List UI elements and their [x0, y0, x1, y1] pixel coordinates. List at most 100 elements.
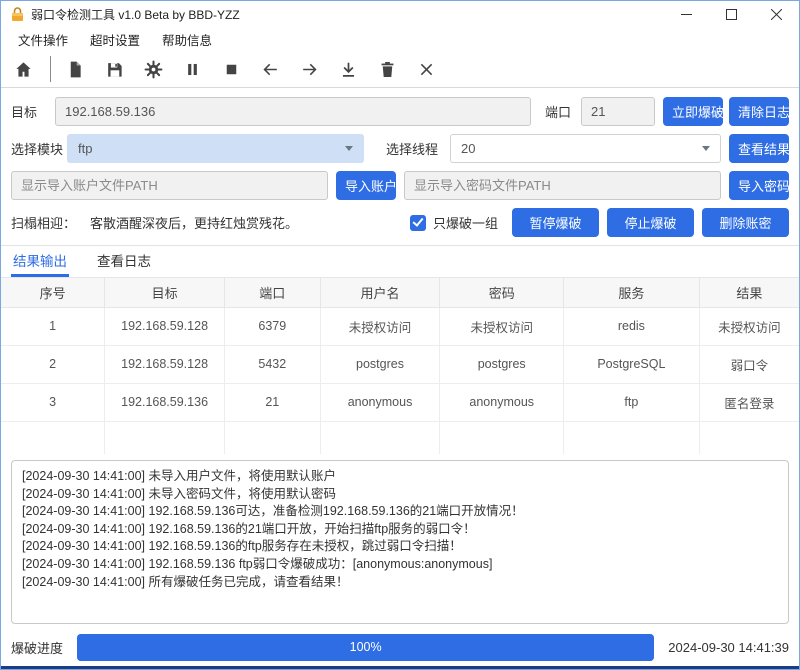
table-cell: 2	[1, 345, 105, 383]
chevron-down-icon	[702, 146, 710, 151]
table-cell: 21	[224, 383, 320, 421]
maximize-icon[interactable]	[709, 1, 754, 27]
log-line: [2024-09-30 14:41:00] 192.168.59.136的ftp…	[22, 538, 778, 556]
account-path-input[interactable]	[11, 171, 328, 200]
table-cell-empty	[320, 421, 440, 454]
target-input[interactable]	[55, 97, 531, 126]
table-row[interactable]: 2192.168.59.1285432postgrespostgresPostg…	[1, 345, 799, 383]
close-icon[interactable]	[754, 1, 799, 27]
thread-label: 选择线程	[386, 139, 438, 158]
log-line: [2024-09-30 14:41:00] 未导入密码文件，将使用默认密码	[22, 486, 778, 504]
arrow-left-icon[interactable]	[258, 57, 282, 81]
table-cell-empty	[1, 421, 105, 454]
title-bar: 弱口令检测工具 v1.0 Beta by BBD-YZZ	[1, 1, 799, 27]
port-label: 端口	[545, 102, 571, 121]
table-cell-empty	[564, 421, 700, 454]
app-window: 弱口令检测工具 v1.0 Beta by BBD-YZZ 文件操作超时设置帮助信…	[0, 0, 800, 670]
window-controls	[664, 1, 799, 27]
module-label: 选择模块	[11, 139, 67, 158]
column-header: 服务	[564, 278, 700, 307]
import-account-button[interactable]: 导入账户	[336, 171, 396, 200]
log-line: [2024-09-30 14:41:00] 未导入用户文件，将使用默认账户	[22, 468, 778, 486]
tab-view-log[interactable]: 查看日志	[95, 246, 153, 277]
table-cell: 5432	[224, 345, 320, 383]
toolbar	[1, 51, 799, 88]
menu-bar: 文件操作超时设置帮助信息	[1, 27, 799, 51]
menu-file-operations[interactable]: 文件操作	[7, 27, 79, 52]
tab-result-output[interactable]: 结果输出	[11, 246, 69, 277]
download-icon[interactable]	[336, 57, 360, 81]
control-row: 扫榻相迎： 客散酒醒深夜后，更持红烛赏残花。 只爆破一组 暂停爆破 停止爆破 删…	[11, 208, 789, 237]
arrow-right-icon[interactable]	[297, 57, 321, 81]
target-row: 目标 端口 立即爆破 清除日志	[11, 97, 789, 126]
status-bar: 爆破进度 100% 2024-09-30 14:41:39	[1, 630, 799, 666]
log-line: [2024-09-30 14:41:00] 所有爆破任务已完成，请查看结果！	[22, 574, 778, 592]
table-cell-empty	[224, 421, 320, 454]
table-cell-empty	[105, 421, 225, 454]
toolbar-separator	[50, 56, 51, 82]
motto-text: 客散酒醒深夜后，更持红烛赏残花。	[90, 213, 298, 232]
table-row[interactable]: 3192.168.59.13621anonymousanonymousftp匿名…	[1, 383, 799, 421]
clear-log-button[interactable]: 清除日志	[729, 97, 789, 126]
table-cell: 未授权访问	[440, 307, 564, 345]
table-cell: 弱口令	[699, 345, 799, 383]
pause-crack-button[interactable]: 暂停爆破	[512, 208, 599, 237]
form-area: 目标 端口 立即爆破 清除日志 选择模块 ftp 选择线程 20 查看结果 导入…	[1, 88, 799, 245]
window-bottom-edge	[1, 666, 799, 669]
import-row: 导入账户 导入密码	[11, 171, 789, 200]
password-path-input[interactable]	[404, 171, 721, 200]
single-group-label: 只爆破一组	[433, 213, 498, 232]
progress-bar: 100%	[77, 634, 654, 661]
table-cell: 3	[1, 383, 105, 421]
table-cell: 6379	[224, 307, 320, 345]
menu-timeout-settings[interactable]: 超时设置	[79, 27, 151, 52]
file-icon[interactable]	[63, 57, 87, 81]
save-icon[interactable]	[102, 57, 126, 81]
table-cell: 1	[1, 307, 105, 345]
table-cell: redis	[564, 307, 700, 345]
single-group-checkbox[interactable]	[410, 215, 426, 231]
table-cell: PostgreSQL	[564, 345, 700, 383]
results-table: 序号目标端口用户名密码服务结果 1192.168.59.1286379未授权访问…	[1, 277, 799, 454]
log-line: [2024-09-30 14:41:00] 192.168.59.136 ftp…	[22, 556, 778, 574]
log-output[interactable]: [2024-09-30 14:41:00] 未导入用户文件，将使用默认账户[20…	[11, 460, 789, 624]
table-cell: 未授权访问	[699, 307, 799, 345]
log-line: [2024-09-30 14:41:00] 192.168.59.136的21端…	[22, 521, 778, 539]
window-title: 弱口令检测工具 v1.0 Beta by BBD-YZZ	[31, 6, 664, 23]
crack-now-button[interactable]: 立即爆破	[663, 97, 723, 126]
table-row[interactable]: 1192.168.59.1286379未授权访问未授权访问redis未授权访问	[1, 307, 799, 345]
view-results-button[interactable]: 查看结果	[729, 134, 789, 163]
column-header: 密码	[440, 278, 564, 307]
port-input[interactable]	[581, 97, 655, 126]
delete-credentials-button[interactable]: 删除账密	[702, 208, 789, 237]
pause-icon[interactable]	[180, 57, 204, 81]
column-header: 目标	[105, 278, 225, 307]
trash-icon[interactable]	[375, 57, 399, 81]
progress-value: 100%	[77, 634, 654, 661]
home-icon[interactable]	[11, 57, 35, 81]
module-row: 选择模块 ftp 选择线程 20 查看结果	[11, 134, 789, 163]
stop-crack-button[interactable]: 停止爆破	[607, 208, 694, 237]
table-cell-empty	[440, 421, 564, 454]
result-tabs: 结果输出 查看日志	[1, 246, 799, 277]
progress-label: 爆破进度	[11, 638, 63, 657]
module-select[interactable]: ftp	[67, 134, 364, 163]
gear-icon[interactable]	[141, 57, 165, 81]
table-cell: postgres	[320, 345, 440, 383]
table-header-row: 序号目标端口用户名密码服务结果	[1, 278, 799, 307]
table-filler-row	[1, 421, 799, 454]
table-cell: postgres	[440, 345, 564, 383]
table-cell: ftp	[564, 383, 700, 421]
motto-label: 扫榻相迎：	[11, 213, 76, 232]
close-icon[interactable]	[414, 57, 438, 81]
import-password-button[interactable]: 导入密码	[729, 171, 789, 200]
column-header: 用户名	[320, 278, 440, 307]
column-header: 端口	[224, 278, 320, 307]
column-header: 序号	[1, 278, 105, 307]
table-cell-empty	[699, 421, 799, 454]
log-line: [2024-09-30 14:41:00] 192.168.59.136可达，准…	[22, 503, 778, 521]
stop-icon[interactable]	[219, 57, 243, 81]
minimize-icon[interactable]	[664, 1, 709, 27]
menu-help-info[interactable]: 帮助信息	[151, 27, 223, 52]
thread-select[interactable]: 20	[450, 134, 721, 163]
